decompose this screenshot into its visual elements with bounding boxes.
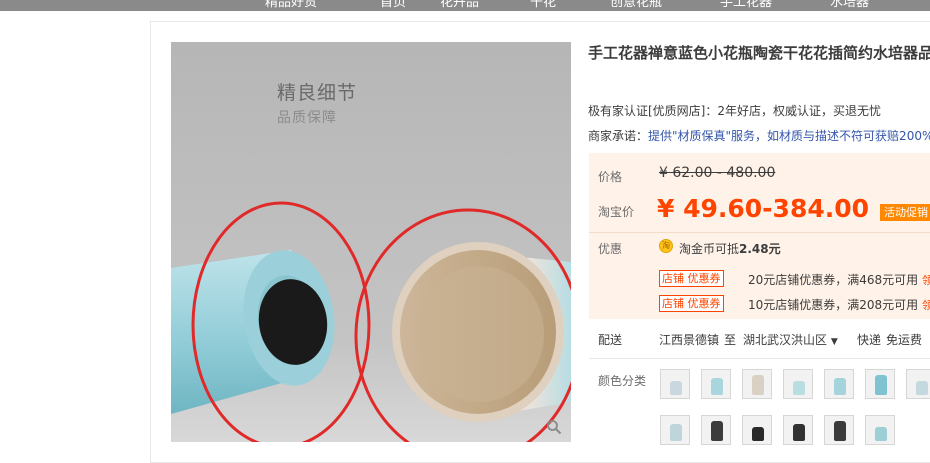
color-swatch[interactable] [742,369,772,399]
color-swatch[interactable] [742,415,772,445]
swatch-thumbnail [752,375,764,395]
swatch-thumbnail [834,421,846,441]
shipping-method: 快递 [857,333,882,347]
claim-coupon-button[interactable]: 领 [922,272,930,287]
shipping-fee: 免运费 [886,333,923,347]
swatch-thumbnail [752,427,764,441]
promise-link[interactable]: 提供"材质保真"服务，如材质与描述不符可获赔200% [648,129,930,143]
ship-to-word: 至 [724,333,737,347]
coupon-tag: 店铺 优惠券 [659,295,724,312]
image-overlay-title: 精良细节 [277,82,358,104]
merchant-promise: 商家承诺：提供"材质保真"服务，如材质与描述不符可获赔200% [588,127,930,144]
nav-item[interactable]: 干花 [530,0,556,10]
color-option-label: 颜色分类 [598,374,647,388]
nav-item[interactable]: 精品好货 [265,0,317,10]
image-overlay-subtitle: 品质保障 [277,110,337,126]
promo-price-label: 淘宝价 [598,205,635,219]
claim-coupon-button[interactable]: 领 [922,297,930,312]
product-photo [171,42,571,442]
coin-amount: 2.48元 [739,242,781,256]
promise-label: 商家承诺： [588,129,649,143]
promo-price: ¥ 49.60-384.00 [657,194,870,223]
swatch-thumbnail [875,375,887,395]
nav-item[interactable]: 手工花器 [720,0,772,10]
color-swatch[interactable] [660,369,690,399]
shipping-label: 配送 [598,333,623,347]
zoom-icon[interactable] [546,419,562,435]
swatch-thumbnail [916,381,928,395]
destination-selector[interactable]: 湖北武汉洪山区 ▼ [743,331,838,348]
store-certification: 极有家认证[优质网店]：2年好店，权威认证，买退无忧 [588,104,882,118]
swatch-thumbnail [834,378,846,395]
swatch-thumbnail [670,424,682,441]
coin-deduction: 淘金币可抵2.48元 [679,240,781,257]
chevron-down-icon: ▼ [830,337,838,347]
color-swatch[interactable] [824,415,854,445]
destination-value: 湖北武汉洪山区 [743,333,828,347]
swatch-thumbnail [875,427,887,441]
product-title: 手工花器禅意蓝色小花瓶陶瓷干花花插简约水培器品 [588,44,930,62]
color-swatch[interactable] [865,369,895,399]
swatch-thumbnail [793,381,805,395]
color-swatch[interactable] [906,369,930,399]
price-separator [589,232,930,233]
nav-item[interactable]: 花卉品 [440,0,479,10]
color-swatch[interactable] [783,369,813,399]
coin-text-prefix: 淘金币可抵 [679,242,740,256]
coupon-tag: 店铺 优惠券 [659,270,724,287]
top-nav-bar: 精品好货 首页 花卉品 干花 创意花瓶 手工花器 水培器 [0,0,930,11]
promo-badge: 活动促销 [880,204,930,221]
options-divider [589,358,930,359]
color-swatch[interactable] [824,369,854,399]
color-swatch[interactable] [701,415,731,445]
swatch-thumbnail [793,424,805,441]
product-main-image[interactable]: 精良细节 品质保障 [171,42,571,442]
color-swatch[interactable] [701,369,731,399]
discount-label: 优惠 [598,242,623,256]
nav-item[interactable]: 创意花瓶 [610,0,662,10]
coupon-description: 10元店铺优惠券，满208元可用 [748,298,919,312]
swatch-thumbnail [711,378,723,395]
swatch-thumbnail [670,381,682,395]
color-swatch[interactable] [660,415,690,445]
color-swatch[interactable] [783,415,813,445]
nav-item[interactable]: 首页 [380,0,406,10]
coupon-description: 20元店铺优惠券，满468元可用 [748,273,919,287]
color-swatch[interactable] [865,415,895,445]
original-price: ¥ 62.00 - 480.00 [659,165,776,181]
swatch-thumbnail [711,421,723,441]
nav-item[interactable]: 水培器 [830,0,869,10]
ship-from: 江西景德镇 [659,333,720,347]
price-label: 价格 [598,170,623,184]
taobao-coin-icon: 淘 [659,239,673,253]
